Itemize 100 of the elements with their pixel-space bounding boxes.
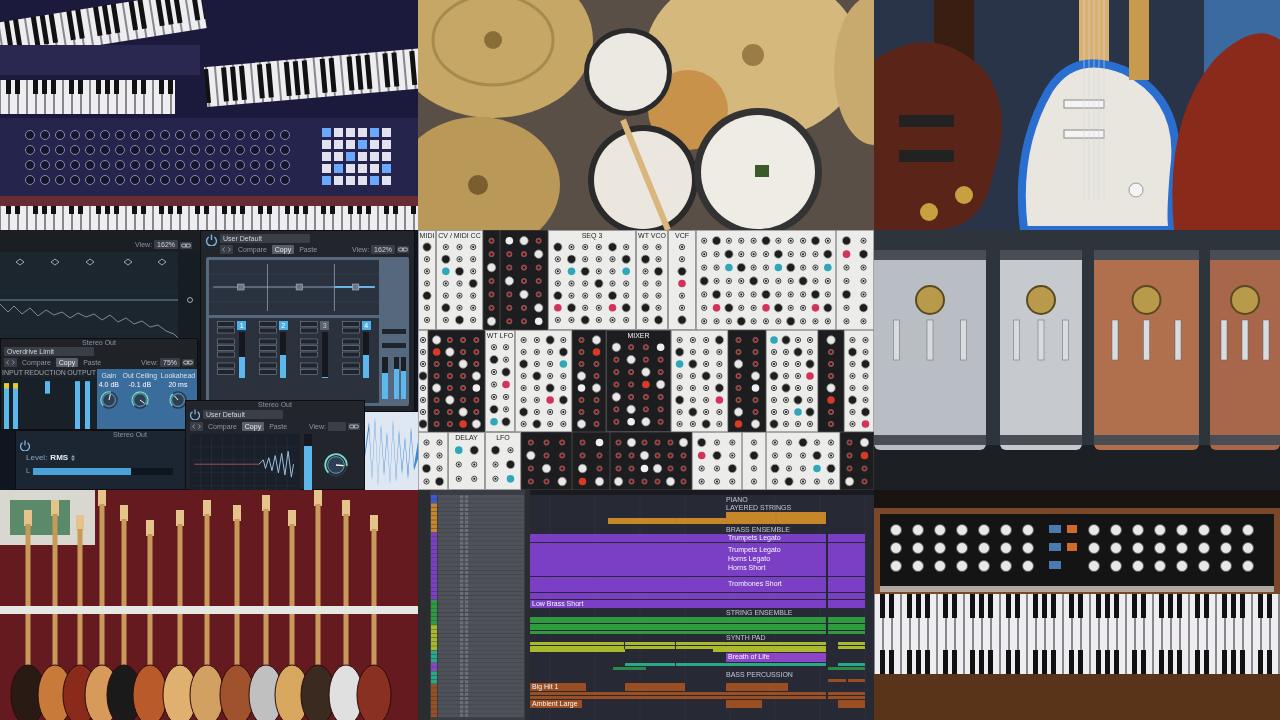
chevron-right-icon — [228, 247, 231, 252]
region-clip[interactable] — [828, 623, 865, 627]
region-clip[interactable] — [828, 695, 865, 699]
region-clip[interactable] — [713, 649, 826, 652]
region-clip[interactable] — [530, 592, 726, 596]
region-clip[interactable] — [828, 678, 846, 682]
region-clip[interactable] — [608, 521, 676, 525]
region-clip[interactable] — [530, 616, 826, 620]
parameter-fields-drawing — [258, 321, 277, 375]
region-clip[interactable] — [776, 511, 826, 515]
region-clip[interactable] — [530, 589, 726, 592]
region-clip[interactable] — [726, 645, 776, 649]
region-clip[interactable] — [726, 599, 826, 608]
region-clip[interactable] — [776, 662, 826, 666]
region-clip[interactable] — [625, 642, 675, 645]
region-clip[interactable] — [530, 620, 826, 623]
region-clip[interactable] — [776, 521, 826, 525]
chevron-left-icon — [222, 247, 225, 252]
region-clip[interactable] — [828, 627, 865, 630]
region-clip[interactable] — [530, 580, 726, 589]
region-clip[interactable] — [530, 542, 726, 546]
region-clip[interactable] — [726, 662, 776, 666]
region-clip[interactable] — [726, 573, 826, 576]
region-clip[interactable] — [828, 546, 865, 555]
region-clip[interactable] — [828, 592, 865, 596]
region-clip[interactable] — [828, 666, 865, 670]
region-clip[interactable] — [625, 645, 675, 649]
region-clip[interactable] — [726, 692, 826, 695]
region-clip[interactable] — [776, 642, 826, 645]
region-clip[interactable] — [530, 596, 726, 599]
region-clip[interactable] — [726, 682, 788, 691]
region-clip[interactable] — [608, 518, 676, 522]
region-clip[interactable] — [676, 642, 726, 645]
region-clip[interactable] — [828, 596, 865, 599]
region-clip[interactable] — [828, 599, 865, 608]
chevron-left-icon — [6, 360, 9, 365]
level-label: Level: — [26, 453, 48, 463]
region-clip[interactable] — [828, 692, 865, 695]
region-clip[interactable] — [726, 596, 826, 599]
knob[interactable] — [168, 391, 187, 409]
region-clip[interactable] — [828, 542, 865, 546]
region-clip[interactable] — [676, 518, 726, 522]
parameter-fields-drawing — [300, 321, 319, 375]
region-clip[interactable] — [726, 576, 826, 580]
region-clip[interactable] — [726, 695, 826, 699]
region-clip[interactable] — [625, 682, 685, 691]
power-icon[interactable] — [20, 440, 30, 451]
link-icon[interactable] — [397, 246, 409, 253]
region-clip[interactable] — [530, 627, 826, 630]
region-clip[interactable] — [828, 573, 865, 576]
region-clip[interactable] — [530, 642, 624, 645]
region-clip[interactable] — [530, 573, 726, 576]
preset-nav-button[interactable] — [4, 358, 17, 367]
power-icon[interactable] — [206, 234, 217, 246]
region-clip[interactable] — [726, 642, 776, 645]
region-clip[interactable] — [726, 589, 826, 592]
chevron-right-icon — [12, 360, 15, 365]
region-clip[interactable] — [828, 533, 865, 542]
region-clip[interactable] — [613, 666, 646, 670]
region-clip[interactable] — [828, 589, 865, 592]
level-mode-dropdown[interactable]: RMS — [50, 453, 69, 463]
region-clip[interactable] — [726, 542, 826, 546]
region-clip[interactable] — [676, 662, 726, 666]
link-icon[interactable] — [180, 242, 192, 249]
region-clip[interactable] — [530, 623, 826, 627]
region-clip[interactable] — [828, 616, 865, 620]
region-clip[interactable] — [776, 645, 826, 649]
region-clip[interactable] — [676, 645, 726, 649]
region-clip[interactable] — [838, 645, 865, 649]
region-clip[interactable] — [530, 695, 726, 699]
link-icon[interactable] — [348, 423, 360, 430]
region-clip[interactable] — [726, 511, 776, 515]
region-clip[interactable] — [848, 678, 865, 682]
region-clip[interactable] — [828, 564, 865, 573]
output-meters-drawing — [382, 329, 406, 399]
region-clip[interactable] — [676, 521, 726, 525]
region-clip[interactable] — [726, 521, 776, 525]
region-clip[interactable] — [530, 630, 826, 634]
region-clip[interactable] — [726, 699, 762, 708]
region-clip[interactable] — [838, 662, 865, 666]
region-clip[interactable] — [828, 580, 865, 589]
power-icon[interactable] — [190, 409, 200, 420]
region-clip[interactable] — [530, 692, 726, 695]
region-clip[interactable] — [530, 576, 726, 580]
region-clip[interactable] — [530, 533, 726, 542]
region-clip[interactable] — [838, 642, 865, 645]
preset-nav-button[interactable] — [190, 422, 203, 431]
region-clip[interactable] — [726, 592, 826, 596]
link-icon[interactable] — [182, 359, 194, 366]
region-clip[interactable] — [530, 649, 625, 652]
region-clip[interactable] — [828, 576, 865, 580]
region-clip[interactable] — [530, 645, 624, 649]
region-clip[interactable] — [828, 620, 865, 623]
updown-arrows-icon — [71, 455, 76, 461]
region-clip[interactable] — [625, 662, 675, 666]
region-clip[interactable] — [838, 699, 865, 708]
knob[interactable] — [99, 391, 118, 409]
parameter-fields-drawing — [217, 321, 236, 375]
region-clip[interactable] — [828, 630, 865, 634]
preset-nav-button[interactable] — [220, 245, 233, 254]
